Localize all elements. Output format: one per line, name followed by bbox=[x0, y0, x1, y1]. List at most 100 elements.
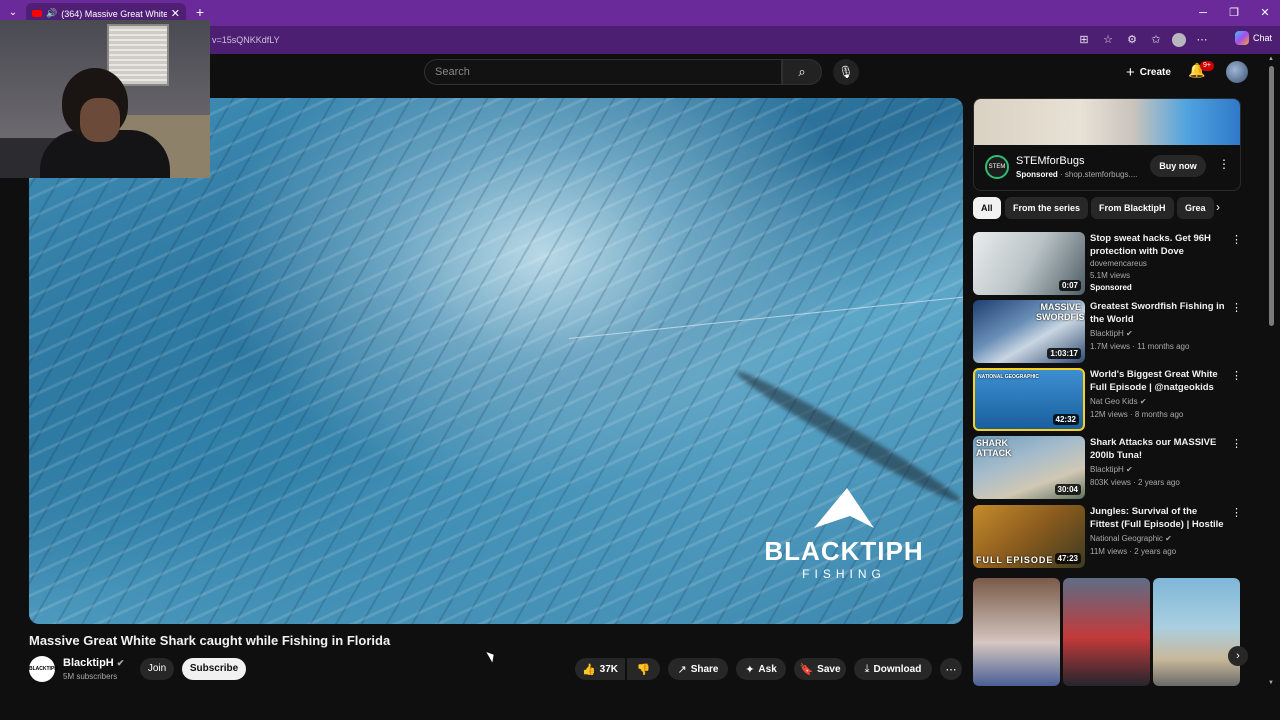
rec-title[interactable]: World's Biggest Great White Full Episode… bbox=[1090, 368, 1228, 394]
voice-search-button[interactable]: 🎙 bbox=[833, 59, 859, 85]
ad-more-options-icon[interactable]: ⋮ bbox=[1218, 157, 1230, 171]
shorts-row bbox=[973, 578, 1243, 686]
search-input[interactable]: Search bbox=[424, 59, 782, 85]
account-avatar[interactable] bbox=[1226, 61, 1248, 83]
verified-badge-icon: ✔ bbox=[1165, 534, 1172, 543]
new-tab-button[interactable]: + bbox=[192, 3, 208, 21]
watermark-sub: FISHING bbox=[802, 567, 886, 581]
list-item[interactable]: SHARK ATTACK 30:04 Shark Attacks our MAS… bbox=[973, 436, 1243, 500]
subscribe-button[interactable]: Subscribe bbox=[182, 658, 246, 680]
bookmark-icon: 🔖 bbox=[799, 663, 814, 676]
create-label: Create bbox=[1139, 66, 1171, 78]
video-thumbnail[interactable]: SHARK ATTACK 30:04 bbox=[973, 436, 1085, 499]
chip-great[interactable]: Grea bbox=[1177, 197, 1214, 219]
scroll-down-icon[interactable]: ▼ bbox=[1268, 680, 1274, 686]
sponsored-label: Sponsored bbox=[1090, 283, 1132, 292]
rec-channel-name: Nat Geo Kids bbox=[1090, 397, 1138, 406]
more-options-icon[interactable]: ⋮ bbox=[1231, 301, 1242, 314]
rec-channel-name: BlacktipH bbox=[1090, 329, 1124, 338]
rec-meta: 803K views · 2 years ago bbox=[1090, 478, 1180, 487]
rec-channel: BlacktipH ✔ bbox=[1090, 329, 1133, 338]
download-button[interactable]: ⤓ Download bbox=[854, 658, 932, 680]
close-window-button[interactable]: ✕ bbox=[1250, 4, 1280, 22]
more-options-icon[interactable]: ⋮ bbox=[1231, 233, 1242, 246]
watermark-brand: BLACKTIPH bbox=[764, 536, 924, 566]
video-thumbnail[interactable]: NATIONAL GEOGRAPHIC 42:32 bbox=[973, 368, 1085, 431]
mouse-cursor-icon bbox=[486, 649, 497, 663]
youtube-favicon-icon bbox=[32, 10, 42, 17]
channel-name: BlacktipH bbox=[63, 657, 114, 669]
ad-meta: Sponsored · shop.stemforbugs.... bbox=[1016, 170, 1137, 179]
short-thumbnail[interactable] bbox=[1063, 578, 1150, 686]
tab-close-icon[interactable]: ✕ bbox=[171, 7, 180, 20]
more-options-icon[interactable]: ⋯ bbox=[1194, 32, 1210, 48]
sponsored-ad-card[interactable]: STEM STEMforBugs Sponsored · shop.stemfo… bbox=[973, 98, 1241, 191]
channel-name-link[interactable]: BlacktipH ✔ bbox=[63, 657, 124, 669]
video-title: Massive Great White Shark caught while F… bbox=[29, 633, 391, 648]
copilot-chat-button[interactable]: Chat bbox=[1234, 31, 1272, 45]
scrollbar-thumb[interactable] bbox=[1269, 66, 1274, 326]
like-button[interactable]: 👍 37K bbox=[575, 658, 625, 680]
list-item[interactable]: 0:07 Stop sweat hacks. Get 96H protectio… bbox=[973, 232, 1243, 296]
rec-title[interactable]: Greatest Swordfish Fishing in the World bbox=[1090, 300, 1228, 326]
duration-badge: 0:07 bbox=[1058, 280, 1081, 291]
verified-badge-icon: ✔ bbox=[1139, 397, 1147, 406]
favorites-icon[interactable]: ✩ bbox=[1148, 32, 1164, 48]
duration-badge: 1:03:17 bbox=[1047, 348, 1081, 359]
share-button[interactable]: ↗ Share bbox=[668, 658, 728, 680]
ask-button[interactable]: ✦ Ask bbox=[736, 658, 786, 680]
shorts-next-arrow-icon[interactable]: › bbox=[1228, 646, 1248, 666]
more-options-icon[interactable]: ⋮ bbox=[1231, 369, 1242, 382]
more-options-icon[interactable]: ⋮ bbox=[1231, 437, 1242, 450]
page-scrollbar[interactable]: ▲ ▼ bbox=[1268, 56, 1276, 686]
scroll-up-icon[interactable]: ▲ bbox=[1268, 56, 1274, 62]
thumbnail-text: NATIONAL GEOGRAPHIC bbox=[978, 374, 1039, 380]
chip-all[interactable]: All bbox=[973, 197, 1001, 219]
minimize-button[interactable]: ─ bbox=[1188, 4, 1218, 22]
create-button[interactable]: + Create bbox=[1118, 60, 1179, 84]
join-button[interactable]: Join bbox=[140, 658, 174, 680]
speaker-icon[interactable]: 🔊 bbox=[46, 8, 57, 19]
video-thumbnail[interactable]: FULL EPISODE 47:23 bbox=[973, 505, 1085, 568]
rec-title[interactable]: Jungles: Survival of the Fittest (Full E… bbox=[1090, 505, 1228, 532]
rec-title[interactable]: Shark Attacks our MASSIVE 200lb Tuna! bbox=[1090, 436, 1228, 462]
download-icon: ⤓ bbox=[864, 662, 870, 675]
chip-next-arrow-icon[interactable]: › bbox=[1216, 200, 1220, 214]
short-thumbnail[interactable] bbox=[1153, 578, 1240, 686]
favorite-star-icon[interactable]: ☆ bbox=[1100, 32, 1116, 48]
notifications-badge: 9+ bbox=[1200, 61, 1214, 71]
chip-from-the-series[interactable]: From the series bbox=[1005, 197, 1089, 219]
filter-chips: All From the series From BlacktipH Grea bbox=[973, 197, 1241, 219]
extensions-icon[interactable]: ⚙ bbox=[1124, 32, 1140, 48]
download-label: Download bbox=[873, 663, 922, 675]
search-button[interactable]: ⌕ bbox=[782, 59, 822, 85]
subscriber-count: 5M subscribers bbox=[63, 672, 118, 681]
buy-now-button[interactable]: Buy now bbox=[1150, 155, 1206, 177]
rec-title[interactable]: Stop sweat hacks. Get 96H protection wit… bbox=[1090, 232, 1228, 259]
list-item[interactable]: FULL EPISODE 47:23 Jungles: Survival of … bbox=[973, 505, 1243, 569]
restore-button[interactable]: ❐ bbox=[1219, 4, 1249, 22]
save-button[interactable]: 🔖 Save bbox=[794, 658, 846, 680]
url-field[interactable]: v=15sQNKKdfLY bbox=[212, 35, 280, 45]
app-available-icon[interactable]: ⊞ bbox=[1076, 32, 1092, 48]
more-actions-button[interactable]: ⋯ bbox=[940, 658, 962, 680]
rec-meta: 5.1M views bbox=[1090, 271, 1131, 280]
list-item[interactable]: NATIONAL GEOGRAPHIC 42:32 World's Bigges… bbox=[973, 368, 1243, 432]
profile-avatar[interactable] bbox=[1172, 33, 1186, 47]
rec-channel: National Geographic ✔ bbox=[1090, 534, 1172, 543]
ask-label: Ask bbox=[758, 663, 777, 675]
video-thumbnail[interactable]: MASSIVE SWORDFISH 1:03:17 bbox=[973, 300, 1085, 363]
rec-channel: dovemencareus bbox=[1090, 259, 1147, 268]
list-item[interactable]: MASSIVE SWORDFISH 1:03:17 Greatest Sword… bbox=[973, 300, 1243, 364]
more-options-icon[interactable]: ⋮ bbox=[1231, 506, 1242, 519]
search-icon: ⌕ bbox=[798, 64, 806, 79]
ad-banner-image[interactable] bbox=[974, 99, 1240, 145]
rec-channel-name: BlacktipH bbox=[1090, 465, 1124, 474]
short-thumbnail[interactable] bbox=[973, 578, 1060, 686]
chip-from-blacktiph[interactable]: From BlacktipH bbox=[1091, 197, 1174, 219]
rec-channel: Nat Geo Kids ✔ bbox=[1090, 397, 1147, 406]
video-thumbnail[interactable]: 0:07 bbox=[973, 232, 1085, 295]
webcam-overlay bbox=[0, 20, 210, 178]
dislike-button[interactable]: 👎 bbox=[627, 658, 660, 680]
channel-avatar[interactable]: BLACKTIPH bbox=[29, 656, 58, 682]
